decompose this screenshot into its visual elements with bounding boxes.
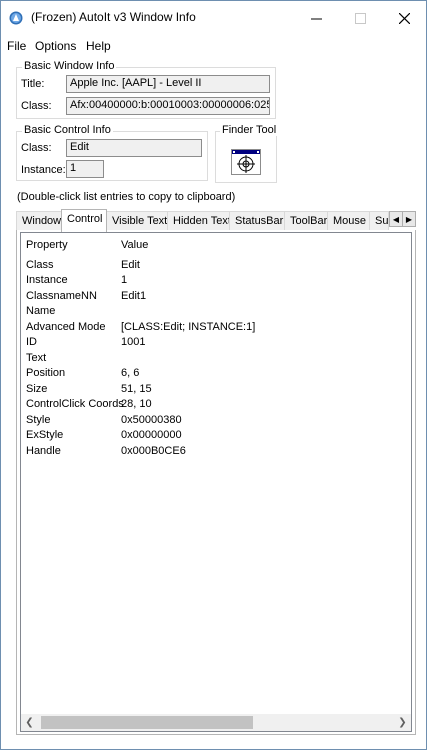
tab-statusbar[interactable]: StatusBar (229, 211, 285, 231)
scroll-thumb[interactable] (41, 716, 253, 729)
property-name: Instance (26, 274, 68, 286)
list-item[interactable]: Instance 1 (21, 274, 411, 289)
menu-help[interactable]: Help (86, 39, 111, 53)
tab-control[interactable]: Control (61, 209, 107, 232)
property-name: Size (26, 383, 48, 395)
scroll-right-icon[interactable]: ❯ (394, 714, 411, 731)
property-name: Position (26, 367, 66, 379)
list-item[interactable]: Text (21, 352, 411, 367)
column-header-value[interactable]: Value (121, 239, 148, 251)
list-item[interactable]: Handle 0x000B0CE6 (21, 445, 411, 460)
property-name: ControlClick Coords (26, 398, 124, 410)
maximize-button[interactable] (338, 1, 382, 35)
property-name: Handle (26, 445, 61, 457)
property-value: 51, 15 (121, 383, 152, 395)
control-class-label: Class: (21, 142, 52, 154)
menu-options[interactable]: Options (35, 39, 76, 53)
window-class-field[interactable]: Afx:00400000:b:00010003:00000006:02550B7 (66, 97, 270, 115)
property-name: Name (26, 305, 56, 317)
property-value: 0x00000000 (121, 429, 182, 441)
property-value: 28, 10 (121, 398, 152, 410)
menu-bar: File Options Help (1, 39, 426, 57)
tab-scroll-right-icon[interactable]: ▶ (402, 211, 416, 227)
menu-file[interactable]: File (7, 39, 26, 53)
list-item[interactable]: Name (21, 305, 411, 320)
title-bar[interactable]: (Frozen) AutoIt v3 Window Info (1, 1, 426, 35)
list-item[interactable]: ClassnameNN Edit1 (21, 290, 411, 305)
property-value: 1001 (121, 336, 146, 348)
control-class-field[interactable]: Edit (66, 139, 202, 157)
property-name: Advanced Mode (26, 321, 106, 333)
tab-strip: Window Control Visible Text Hidden Text … (16, 209, 416, 232)
list-item[interactable]: ControlClick Coords 28, 10 (21, 398, 411, 413)
list-item[interactable]: Style 0x50000380 (21, 414, 411, 429)
property-name: ExStyle (26, 429, 64, 441)
list-item[interactable]: ID 1001 (21, 336, 411, 351)
finder-tool[interactable] (231, 149, 261, 175)
property-name: Style (26, 414, 51, 426)
control-instance-label: Instance: (21, 164, 66, 176)
column-header-property[interactable]: Property (26, 239, 68, 251)
list-header: Property Value (21, 233, 411, 253)
property-value: Edit1 (121, 290, 147, 302)
finder-tool-label: Finder Tool (220, 124, 279, 136)
scroll-left-icon[interactable]: ❮ (21, 714, 38, 731)
list-item[interactable]: Size 51, 15 (21, 383, 411, 398)
property-value: 6, 6 (121, 367, 140, 379)
property-name: ClassnameNN (26, 290, 97, 302)
property-list[interactable]: Property Value Class Edit Instance 1 Class… (20, 232, 412, 732)
autoit-app-icon (9, 11, 23, 25)
property-value: 1 (121, 274, 128, 286)
tab-visible-text[interactable]: Visible Text (106, 211, 168, 231)
clipboard-hint: (Double-click list entries to copy to cl… (17, 191, 236, 203)
list-item[interactable]: Position 6, 6 (21, 367, 411, 382)
property-name: ID (26, 336, 37, 348)
property-value: 0x50000380 (121, 414, 182, 426)
window-title-label: Title: (21, 78, 45, 90)
window-title: (Frozen) AutoIt v3 Window Info (31, 10, 196, 24)
property-name: Text (26, 352, 47, 364)
window-title-field[interactable]: Apple Inc. [AAPL] - Level II (66, 75, 270, 93)
close-button[interactable] (382, 1, 426, 35)
basic-control-info-label: Basic Control Info (22, 124, 113, 136)
control-tab-panel: Property Value Class Edit Instance 1 Class… (16, 230, 416, 735)
property-value: [CLASS:Edit; INSTANCE:1] (121, 321, 256, 333)
crosshair-icon (232, 150, 260, 173)
control-instance-field[interactable]: 1 (66, 160, 104, 178)
minimize-button[interactable] (294, 1, 338, 35)
tab-toolbar[interactable]: ToolBar (284, 211, 328, 231)
horizontal-scrollbar[interactable]: ❮ ❯ (21, 714, 411, 731)
app-window: (Frozen) AutoIt v3 Window Info File Opti… (0, 0, 427, 750)
window-class-label: Class: (21, 100, 52, 112)
list-item[interactable]: Class Edit (21, 259, 411, 274)
tab-hidden-text[interactable]: Hidden Text (167, 211, 230, 231)
property-name: Class (26, 259, 54, 271)
tab-summary[interactable]: Sur (369, 211, 389, 231)
property-value: Edit (121, 259, 140, 271)
list-item[interactable]: ExStyle 0x00000000 (21, 429, 411, 444)
basic-window-info-label: Basic Window Info (22, 60, 117, 72)
tab-scroll-left-icon[interactable]: ◀ (389, 211, 403, 227)
property-value: 0x000B0CE6 (121, 445, 186, 457)
tab-window[interactable]: Window (16, 211, 62, 231)
tab-mouse[interactable]: Mouse (327, 211, 370, 231)
list-item[interactable]: Advanced Mode [CLASS:Edit; INSTANCE:1] (21, 321, 411, 336)
